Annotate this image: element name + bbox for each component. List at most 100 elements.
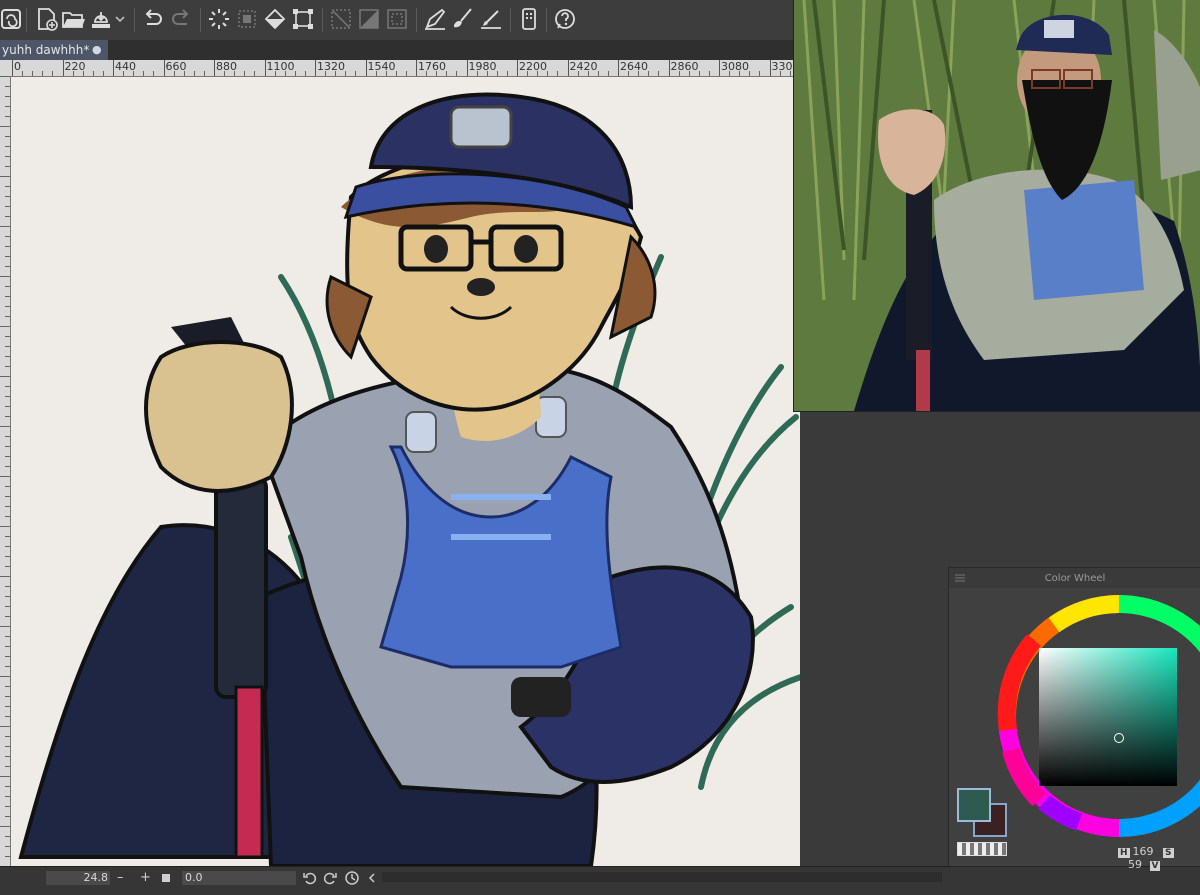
panel-grip-icon[interactable] <box>955 574 965 582</box>
rotation-slider[interactable] <box>240 871 296 885</box>
color-wheel-title: Color Wheel <box>949 568 1200 588</box>
brush-icon[interactable] <box>450 6 476 32</box>
app-menu-icon[interactable] <box>0 6 26 32</box>
drawing-canvas[interactable] <box>11 77 800 866</box>
ruler-minor-tick <box>5 186 10 187</box>
ruler-tick <box>62 60 64 76</box>
ruler-minor-tick <box>5 396 10 397</box>
ruler-minor-tick <box>5 416 10 417</box>
open-folder-icon[interactable] <box>60 6 86 32</box>
ruler-minor-tick <box>5 566 10 567</box>
ruler-minor-tick <box>5 436 10 437</box>
ruler-minor-tick <box>5 486 10 487</box>
undo-icon[interactable] <box>140 6 166 32</box>
ruler-minor-tick <box>5 756 10 757</box>
ruler-minor-tick <box>5 846 10 847</box>
ruler-minor-tick <box>0 826 10 827</box>
reset-rotation-icon[interactable] <box>344 870 360 886</box>
ruler-minor-tick <box>203 71 205 76</box>
rotation-field[interactable]: 0.0 <box>182 871 241 885</box>
ruler-minor-tick <box>5 456 10 457</box>
ruler-minor-tick <box>5 256 10 257</box>
redo-icon[interactable] <box>168 6 194 32</box>
ruler-minor-tick <box>5 266 10 267</box>
ruler-pen-icon[interactable] <box>478 6 504 32</box>
ruler-minor-tick <box>355 71 357 76</box>
ruler-minor-tick <box>5 286 10 287</box>
rotate-left-icon[interactable] <box>302 870 318 886</box>
horizontal-scrollbar[interactable] <box>382 872 942 882</box>
ruler-minor-tick <box>5 116 10 117</box>
ruler-tick-label: 220 <box>64 60 86 73</box>
ruler-minor-tick <box>5 86 10 87</box>
ruler-minor-tick <box>5 536 10 537</box>
ruler-minor-tick <box>547 71 549 76</box>
ruler-minor-tick <box>5 356 10 357</box>
ruler-minor-tick <box>92 71 94 76</box>
save-cloud-icon[interactable] <box>88 6 114 32</box>
ruler-minor-tick <box>0 376 10 377</box>
smartphone-icon[interactable] <box>516 6 542 32</box>
deselect-icon[interactable] <box>234 6 260 32</box>
vertical-ruler <box>0 76 11 866</box>
ruler-minor-tick <box>5 516 10 517</box>
ruler-minor-tick <box>153 71 155 76</box>
ruler-minor-tick <box>0 276 10 277</box>
transparent-color-swatch[interactable] <box>957 842 1007 856</box>
ruler-minor-tick <box>698 71 700 76</box>
ruler-minor-tick <box>5 666 10 667</box>
ruler-tick <box>719 60 720 76</box>
ruler-tick <box>12 60 13 76</box>
zoom-in-button[interactable]: + <box>140 869 151 887</box>
zoom-out-button[interactable]: – <box>117 869 124 887</box>
ruler-minor-tick <box>708 71 710 76</box>
help-icon[interactable] <box>552 6 578 32</box>
ruler-minor-tick <box>294 71 296 76</box>
hide-selection-icon[interactable] <box>328 6 354 32</box>
fill-icon[interactable] <box>262 6 288 32</box>
color-wheel-panel: Color Wheel <box>948 567 1200 868</box>
ruler-minor-tick <box>5 336 10 337</box>
ruler-minor-tick <box>42 71 44 76</box>
rotate-right-icon[interactable] <box>322 870 338 886</box>
main-color-swatch[interactable] <box>957 788 991 822</box>
saturation-value-square[interactable] <box>1039 648 1177 786</box>
color-picker-handle[interactable] <box>1114 733 1124 743</box>
ruler-minor-tick <box>52 71 54 76</box>
ruler-tick-label: 440 <box>115 60 136 73</box>
ruler-minor-tick <box>32 71 34 76</box>
clear-icon[interactable] <box>356 6 382 32</box>
ruler-minor-tick <box>5 206 10 207</box>
reference-photo[interactable] <box>793 0 1200 412</box>
document-tab[interactable]: yuhh dawhhh* ● <box>0 40 108 60</box>
ruler-minor-tick <box>5 716 10 717</box>
close-tab-icon[interactable]: ● <box>92 40 102 60</box>
invert-icon[interactable] <box>384 6 410 32</box>
new-file-icon[interactable] <box>34 6 60 32</box>
horizontal-ruler: 0 220 440 660 880 1100 1320 1540 1760 1980 2200 242… <box>0 60 811 77</box>
selection-icon[interactable] <box>206 6 232 32</box>
ruler-minor-tick <box>5 596 10 597</box>
ruler-minor-tick <box>5 856 10 857</box>
pen-icon[interactable] <box>422 6 448 32</box>
zoom-field[interactable]: 24.8 <box>46 871 110 885</box>
ruler-minor-tick <box>759 71 761 76</box>
chevron-left-icon[interactable] <box>366 870 378 886</box>
ruler-minor-tick <box>557 71 559 76</box>
ruler-minor-tick <box>5 506 10 507</box>
transform-icon[interactable] <box>290 6 316 32</box>
hue-value: 169 <box>1132 845 1154 858</box>
ruler-minor-tick <box>5 586 10 587</box>
hsv-readout: H 169 S 59 V <box>1118 845 1174 871</box>
ruler-tick-label: 880 <box>216 60 237 73</box>
ruler-minor-tick <box>5 546 10 547</box>
fit-view-icon[interactable] <box>162 874 170 882</box>
ruler-tick-label: 1320 <box>317 60 345 73</box>
chevron-down-icon[interactable] <box>112 6 128 32</box>
ruler-minor-tick <box>0 326 10 327</box>
ruler-minor-tick <box>0 226 10 227</box>
ruler-minor-tick <box>5 556 10 557</box>
ruler-minor-tick <box>5 496 10 497</box>
ruler-tick <box>365 60 367 76</box>
ruler-minor-tick <box>0 626 10 627</box>
